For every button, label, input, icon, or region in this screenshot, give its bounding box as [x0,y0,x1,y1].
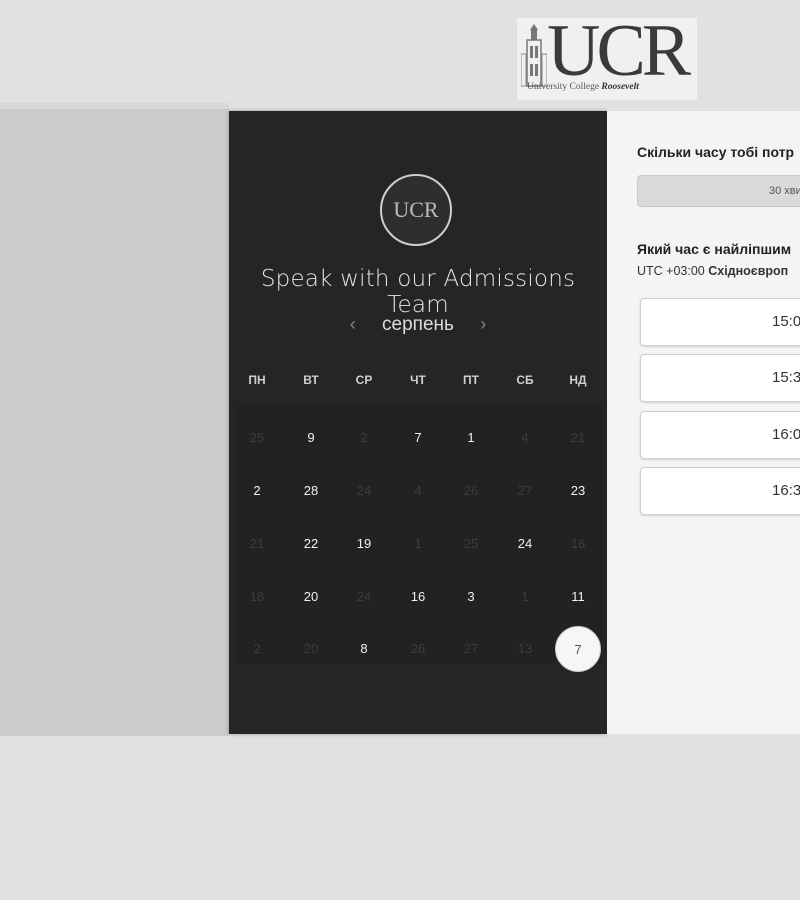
booking-form: Скільки часу тобі потр 30 хви Який час є… [607,111,800,734]
weekday-label: ВТ [303,373,319,387]
ucr-badge-logo: UCR [380,174,452,246]
calendar-day-unavailable: 25 [463,536,479,551]
time-slot-button[interactable]: 16:3 [640,467,800,515]
timezone-label: UTC +03:00 Східноєвроп [637,264,789,278]
calendar-title: Speak with our Admissions Team [260,266,576,318]
duration-question: Скільки часу тобі потр [637,144,795,160]
left-panel [0,103,229,736]
calendar-day-available[interactable]: 24 [505,534,545,554]
calendar-day-available[interactable]: 9 [291,428,331,448]
logo-letters: UCR [547,10,691,92]
logo-subtitle: University College Roosevelt [527,82,639,92]
tower-icon [521,24,547,87]
weekday-header: ПН ВТ СР ЧТ ПТ СБ НД [229,373,607,387]
calendar-day-available[interactable]: 1 [451,428,491,448]
calendar-day-unavailable: 27 [517,483,533,498]
calendar-day-available[interactable]: 22 [291,534,331,554]
calendar-day-unavailable: 1 [521,589,529,604]
calendar-day-unavailable: 25 [249,430,265,445]
weekday-label: СБ [516,373,534,387]
calendar-day-available[interactable]: 3 [451,587,491,607]
calendar-day-unavailable: 2 [360,430,368,445]
month-navigation: ‹ серпень › [229,314,607,336]
time-slot-button[interactable]: 16:0 [640,411,800,459]
calendar-day-unavailable: 21 [249,536,265,551]
calendar-day-available[interactable]: 7 [398,428,438,448]
calendar-day-available[interactable]: 11 [558,587,598,607]
duration-select[interactable]: 30 хви [637,175,800,207]
weekday-label: НД [569,373,587,387]
chevron-left-icon[interactable]: ‹ [338,314,368,334]
calendar-day-unavailable: 18 [249,589,265,604]
weekday-label: ПН [248,373,266,387]
calendar-day-available[interactable]: 8 [344,639,384,659]
calendar-day-unavailable: 4 [414,483,422,498]
time-question: Який час є найліпшим [637,241,792,257]
calendar-day-unavailable: 24 [356,483,372,498]
calendar-day-unavailable: 24 [356,589,372,604]
calendar-panel: UCR Speak with our Admissions Team ‹ сер… [229,111,607,734]
calendar-day-unavailable: 4 [521,430,529,445]
calendar-day-unavailable: 27 [463,641,479,656]
calendar-day-available[interactable]: 28 [291,481,331,501]
calendar-day-unavailable: 1 [414,536,422,551]
calendar-day-unavailable: 21 [570,430,586,445]
calendar-day-available[interactable]: 16 [398,587,438,607]
calendar-day-unavailable: 13 [517,641,533,656]
calendar-day-unavailable: 26 [463,483,479,498]
calendar-day-available[interactable]: 23 [558,481,598,501]
time-slot-button[interactable]: 15:0 [640,298,800,346]
weekday-label: ЧТ [410,373,426,387]
calendar-day-unavailable: 20 [303,641,319,656]
calendar-day-available[interactable]: 2 [237,481,277,501]
calendar-day-unavailable: 2 [253,641,261,656]
calendar-day-selected[interactable]: 7 [555,626,601,672]
calendar-day-unavailable: 16 [570,536,586,551]
time-slot-button[interactable]: 15:3 [640,354,800,402]
calendar-day-available[interactable]: 20 [291,587,331,607]
calendar-day-available[interactable]: 19 [344,534,384,554]
chevron-right-icon[interactable]: › [468,314,498,334]
ucr-logo: UCR University College Roosevelt [517,14,697,100]
weekday-label: СР [355,373,373,387]
weekday-label: ПТ [463,373,479,387]
month-label: серпень [382,314,454,335]
calendar-day-unavailable: 26 [410,641,426,656]
